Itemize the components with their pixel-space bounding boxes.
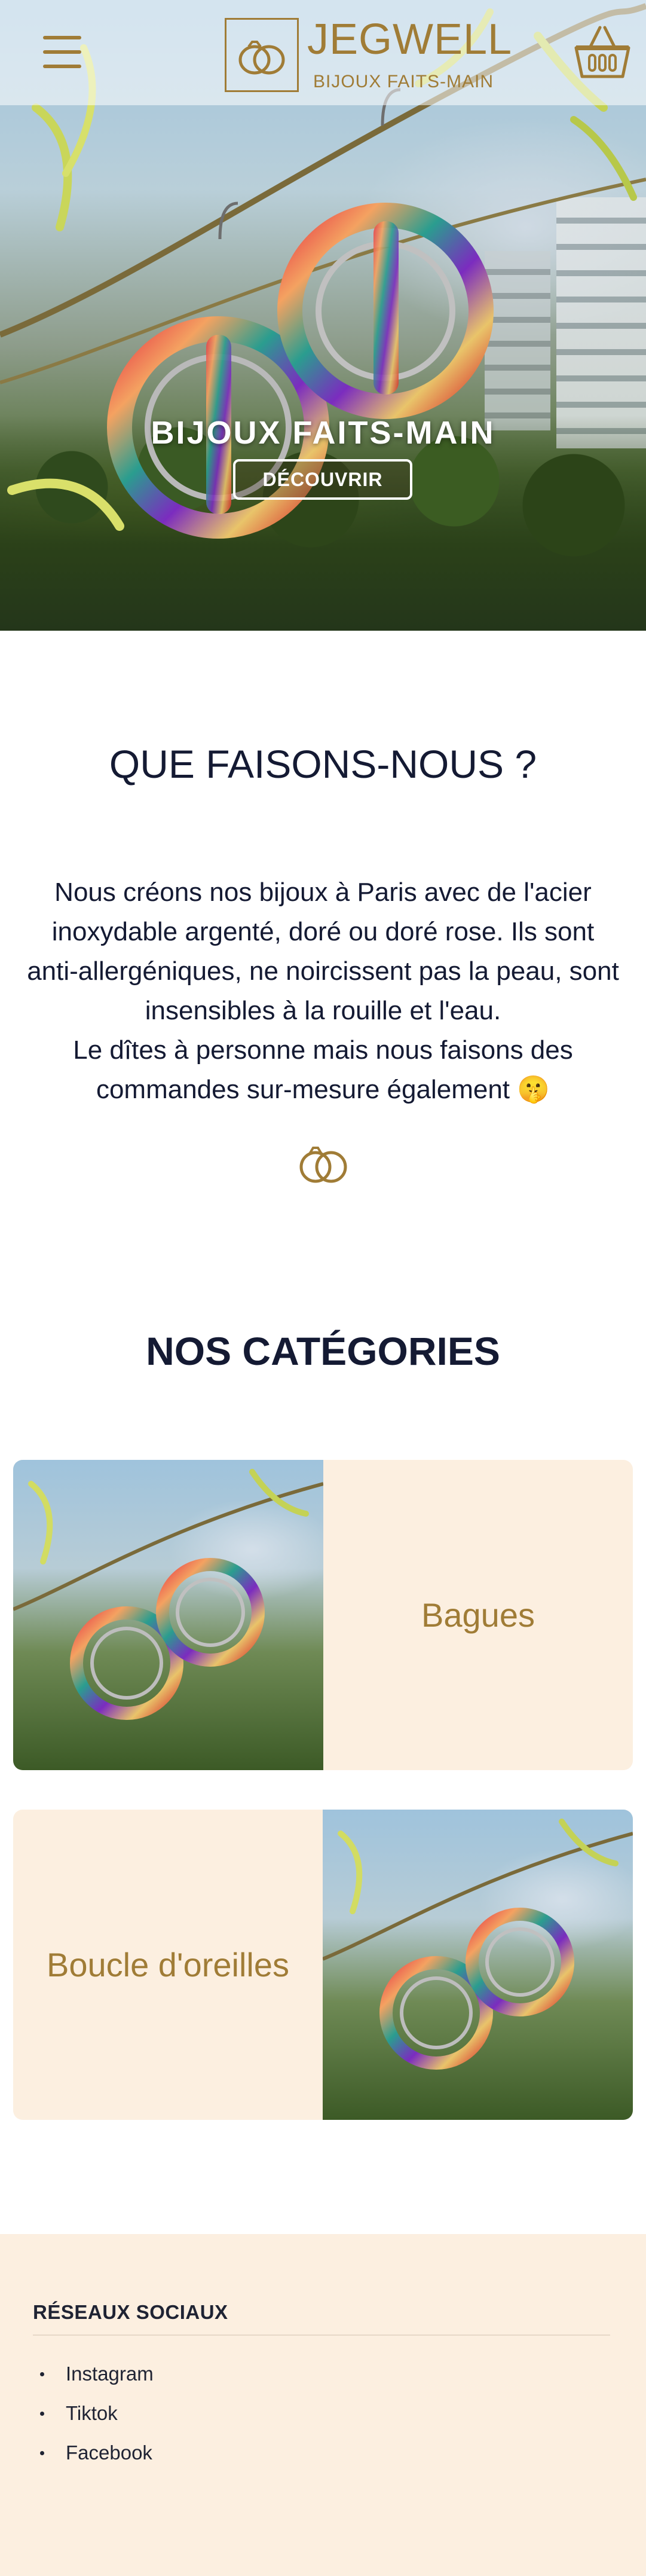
discover-button[interactable]: DÉCOUVRIR xyxy=(233,459,412,500)
category-card-boucle-oreilles[interactable]: Boucle d'oreilles xyxy=(13,1810,633,2120)
hamburger-menu-icon[interactable] xyxy=(43,36,84,69)
brand-tagline: BIJOUX FAITS-MAIN xyxy=(313,72,494,91)
categories-title: NOS CATÉGORIES xyxy=(146,1329,500,1373)
about-paragraph: Nous créons nos bijoux à Paris avec de l… xyxy=(27,878,619,1025)
category-photo xyxy=(13,1460,323,1770)
rings-icon xyxy=(225,18,299,92)
footer-divider xyxy=(33,2334,610,2336)
brand-name: JEGWELL xyxy=(307,16,513,63)
list-item: Instagram xyxy=(33,2362,154,2401)
site-header: JEGWELL BIJOUX FAITS-MAIN xyxy=(0,0,646,105)
site-footer: RÉSEAUX SOCIAUX Instagram Tiktok Faceboo… xyxy=(0,2234,646,2576)
category-photo xyxy=(323,1810,633,2120)
hero-title: BIJOUX FAITS-MAIN xyxy=(151,415,495,451)
rings-icon xyxy=(295,1142,351,1187)
facebook-link[interactable]: Facebook xyxy=(66,2441,152,2464)
category-card-bagues[interactable]: Bagues xyxy=(13,1460,633,1770)
site-logo[interactable]: JEGWELL BIJOUX FAITS-MAIN xyxy=(225,18,512,92)
about-text: Nous créons nos bijoux à Paris avec de l… xyxy=(24,873,622,1110)
category-label: Boucle d'oreilles xyxy=(46,1946,290,1984)
about-paragraph: Le dîtes à personne mais nous faisons de… xyxy=(73,1035,573,1104)
instagram-link[interactable]: Instagram xyxy=(66,2363,154,2385)
category-label: Bagues xyxy=(421,1596,535,1634)
tiktok-link[interactable]: Tiktok xyxy=(66,2402,118,2424)
about-title: QUE FAISONS-NOUS ? xyxy=(109,742,537,786)
social-links-list: Instagram Tiktok Facebook xyxy=(33,2362,154,2480)
basket-icon[interactable] xyxy=(572,23,632,82)
footer-heading: RÉSEAUX SOCIAUX xyxy=(33,2301,228,2323)
list-item: Tiktok xyxy=(33,2401,154,2441)
list-item: Facebook xyxy=(33,2441,154,2480)
